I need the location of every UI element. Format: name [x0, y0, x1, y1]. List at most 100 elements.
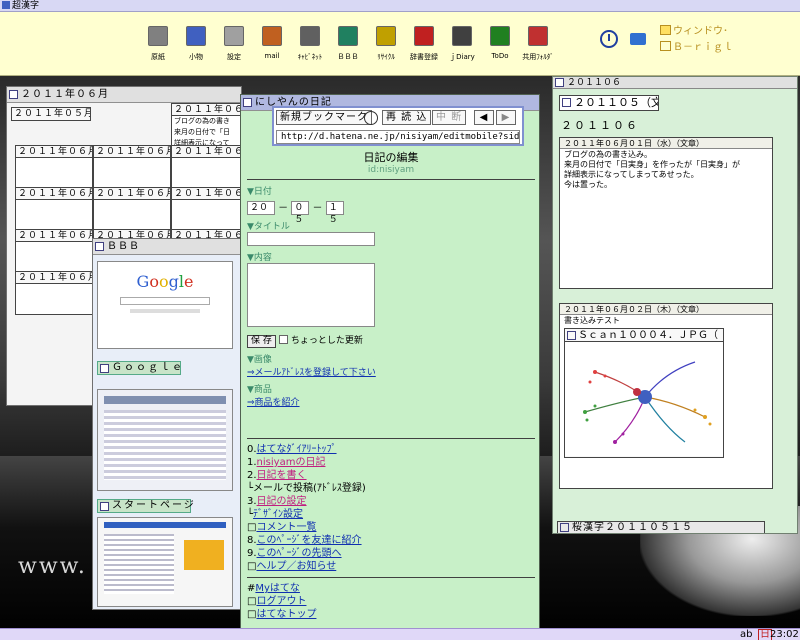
month-input[interactable]: ０５ — [291, 201, 310, 225]
diary-menu-item[interactable]: 9.このﾍﾟｰｼﾞの先頭へ — [247, 547, 535, 560]
diary-menu-item[interactable]: 1.nisiyamの日記 — [247, 456, 535, 469]
camera-icon[interactable] — [630, 33, 646, 45]
mail-register-link[interactable]: ⇒メールｱﾄﾞﾚｽを登録して下さい — [247, 365, 535, 378]
bbb-window[interactable]: ＢＢＢ Google Ｇｏｏｇｌｅ スタートページ — [92, 238, 242, 610]
diary-footer-item[interactable]: □はてなトップ — [247, 608, 535, 621]
diary-menu-item[interactable]: □ヘルプ／お知らせ — [247, 560, 535, 573]
toolbar-button-7[interactable]: 辞書登録 — [406, 20, 442, 76]
calendar-day-cell[interactable]: ２０１１年０６月２０ — [15, 229, 93, 273]
toolbar-button-6[interactable]: ﾘｻｲｸﾙ — [368, 20, 404, 76]
toolbar-button-10[interactable]: 共用ﾌｫﾙﾀﾞ — [520, 20, 556, 76]
toolbar-button-4[interactable]: ｷｬﾋﾞﾈｯﾄ — [292, 20, 328, 76]
window-close-icon[interactable] — [243, 98, 252, 107]
entry-0601[interactable]: ２０１１年０６月０１日（水）（文章） ブログの為の書き込み。 来月の日付で「日実身… — [559, 137, 773, 289]
window-menu[interactable]: ウィンドウ･ — [660, 22, 728, 37]
small-update-checkbox[interactable] — [278, 335, 288, 344]
save-button[interactable]: 保 存 — [247, 335, 276, 348]
settings-icon — [224, 26, 244, 46]
startpage-header — [104, 522, 226, 528]
input-mode-indicator[interactable]: ab — [740, 629, 752, 640]
diary-menu-item[interactable]: └ﾃﾞｻﾞｲﾝ設定 — [247, 508, 535, 521]
toolbar-button-2[interactable]: 設定 — [216, 20, 252, 76]
menu-link[interactable]: このﾍﾟｰｼﾞの先頭へ — [257, 548, 342, 559]
bbb-titlebar[interactable]: ＢＢＢ — [93, 239, 241, 255]
content-textarea[interactable] — [247, 263, 375, 327]
toolbar-button-5[interactable]: ＢＢＢ — [330, 20, 366, 76]
recycle-icon — [376, 26, 396, 46]
entry-0602[interactable]: ２０１１年０６月０２日（木）（文章） 書き込みテスト Ｓｃａｎ１０００４．ＪＰＧ… — [559, 303, 773, 489]
toolbar-button-1[interactable]: 小物 — [178, 20, 214, 76]
startpage-banner — [184, 540, 224, 570]
page-thumbnail[interactable] — [97, 389, 233, 491]
window-close-icon[interactable] — [555, 78, 564, 87]
footer-link[interactable]: ログアウト — [256, 596, 306, 607]
calendar-titlebar[interactable]: ２０１１年０６月 — [7, 87, 241, 103]
menu-link[interactable]: ヘルプ／お知らせ — [256, 561, 336, 572]
window-close-icon[interactable] — [9, 90, 18, 99]
toolbar-button-0[interactable]: 原紙 — [140, 20, 176, 76]
day-input[interactable]: １５ — [325, 201, 344, 225]
diary-menu-item[interactable]: └メールで投稿(ｱﾄﾞﾚｽ登録) — [247, 482, 535, 495]
menu-link[interactable]: nisiyamの日記 — [257, 457, 326, 468]
stop-button[interactable]: 中 断 — [432, 110, 467, 125]
window-close-icon[interactable] — [95, 242, 104, 251]
title-input[interactable] — [247, 232, 375, 246]
diary-menu-item[interactable]: □コメント一覧 — [247, 521, 535, 534]
right-panel-header[interactable]: ２０１１０６ — [553, 77, 797, 89]
window-close-icon — [100, 364, 109, 373]
url-field[interactable]: http://d.hatena.ne.jp/nisiyam/editmobile… — [276, 130, 520, 144]
calendar-day-cell[interactable]: ２０１１年０６月１５ — [171, 187, 241, 231]
menu-link[interactable]: メールで投稿(ｱﾄﾞﾚｽ登録) — [253, 483, 366, 494]
diary-footer-item[interactable]: □ログアウト — [247, 595, 535, 608]
toolbar-button-8[interactable]: ｊDiary — [444, 20, 480, 76]
right-panel-window[interactable]: ２０１１０６ ２０１１０５（文 ２０１１０６ ２０１１年０６月０１日（水）（文章… — [552, 76, 798, 534]
google-label[interactable]: Ｇｏｏｇｌｅ — [97, 361, 182, 375]
calendar-day-cell[interactable]: ２０１１年０６月１３ — [15, 187, 93, 231]
menu-link[interactable]: はてなﾀﾞｲｱﾘｰﾄｯﾌﾟ — [257, 444, 337, 455]
calendar-day-cell[interactable]: ２０１１年０６月０７ — [93, 145, 171, 189]
menu-link[interactable]: 日記を書く — [257, 470, 307, 481]
footer-link[interactable]: Myはてな — [255, 583, 300, 594]
calendar-day-cell[interactable]: ２０１１年０６月０８ — [171, 145, 241, 189]
menu-link[interactable]: ﾃﾞｻﾞｲﾝ設定 — [253, 509, 303, 520]
clock-icon[interactable] — [600, 30, 618, 48]
bright-menu[interactable]: Ｂ－ｒｉｇｌ — [660, 38, 733, 53]
mail-icon — [262, 26, 282, 46]
new-bookmark-button[interactable]: 新規ブックマーク — [276, 110, 372, 125]
menu-link[interactable]: 日記の設定 — [257, 496, 307, 507]
startpage-label[interactable]: スタートページ — [97, 499, 194, 513]
scan-image-frame[interactable]: Ｓｃａｎ１０００４．ＪＰＧ（ — [564, 328, 724, 458]
year-input[interactable]: ２０ — [247, 201, 275, 215]
calendar-day-cell[interactable]: ２０１１年０６月１４ — [93, 187, 171, 231]
diary-menu-item[interactable]: 3.日記の設定 — [247, 495, 535, 508]
menu-link[interactable]: コメント一覧 — [256, 522, 316, 533]
calendar-day-title: ２０１１年０６月０ — [172, 104, 241, 116]
circle-icon[interactable] — [364, 111, 378, 125]
toolbar-button-label: ｊDiary — [449, 53, 475, 61]
diary-window[interactable]: にしやんの日記 日記の編集 id:nisiyam ▼日付 ２０ － ０５ － １… — [240, 94, 540, 640]
calendar-day-cell[interactable]: ２０１１年０６月０ブログの為の書き来月の日付で「日詳細表示になって — [171, 103, 241, 147]
diary-menu-item[interactable]: 0.はてなﾀﾞｲｱﾘｰﾄｯﾌﾟ — [247, 443, 535, 456]
back-arrow-icon[interactable]: ◀ — [474, 110, 494, 125]
diary-menu-item[interactable]: 2.日記を書く — [247, 469, 535, 482]
diary-footer-item[interactable]: #Myはてな — [247, 582, 535, 595]
reload-button[interactable]: 再 読 込 — [382, 110, 432, 125]
diary-menu-item[interactable]: 8.このﾍﾟｰｼﾞを友達に紹介 — [247, 534, 535, 547]
calendar-day-cell[interactable]: ２０１１年０６月２７ — [15, 271, 93, 315]
toolbar-button-9[interactable]: ToDo — [482, 20, 518, 76]
menu-link[interactable]: このﾍﾟｰｼﾞを友達に紹介 — [257, 535, 362, 546]
bright-icon — [660, 41, 671, 51]
calendar-day-cell[interactable]: ２０１１年０６月０６ — [15, 145, 93, 189]
footer-link[interactable]: はてなトップ — [256, 609, 316, 620]
bottom-item[interactable]: 桜漢字２０１１０５１５ — [557, 521, 765, 533]
calendar-month-label[interactable]: ２０１１年０５月 — [11, 107, 91, 121]
google-thumbnail[interactable]: Google — [97, 261, 233, 349]
forward-arrow-icon[interactable]: ▶ — [496, 110, 516, 125]
toolbar-button-3[interactable]: mail — [254, 20, 290, 76]
tools-icon — [186, 26, 206, 46]
window-close-icon — [100, 502, 109, 511]
product-link[interactable]: ⇒商品を紹介 — [247, 395, 535, 408]
folder-item[interactable]: ２０１１０５（文 — [559, 95, 659, 111]
scan-image-title[interactable]: Ｓｃａｎ１０００４．ＪＰＧ（ — [565, 329, 723, 342]
startpage-thumbnail[interactable] — [97, 517, 233, 607]
